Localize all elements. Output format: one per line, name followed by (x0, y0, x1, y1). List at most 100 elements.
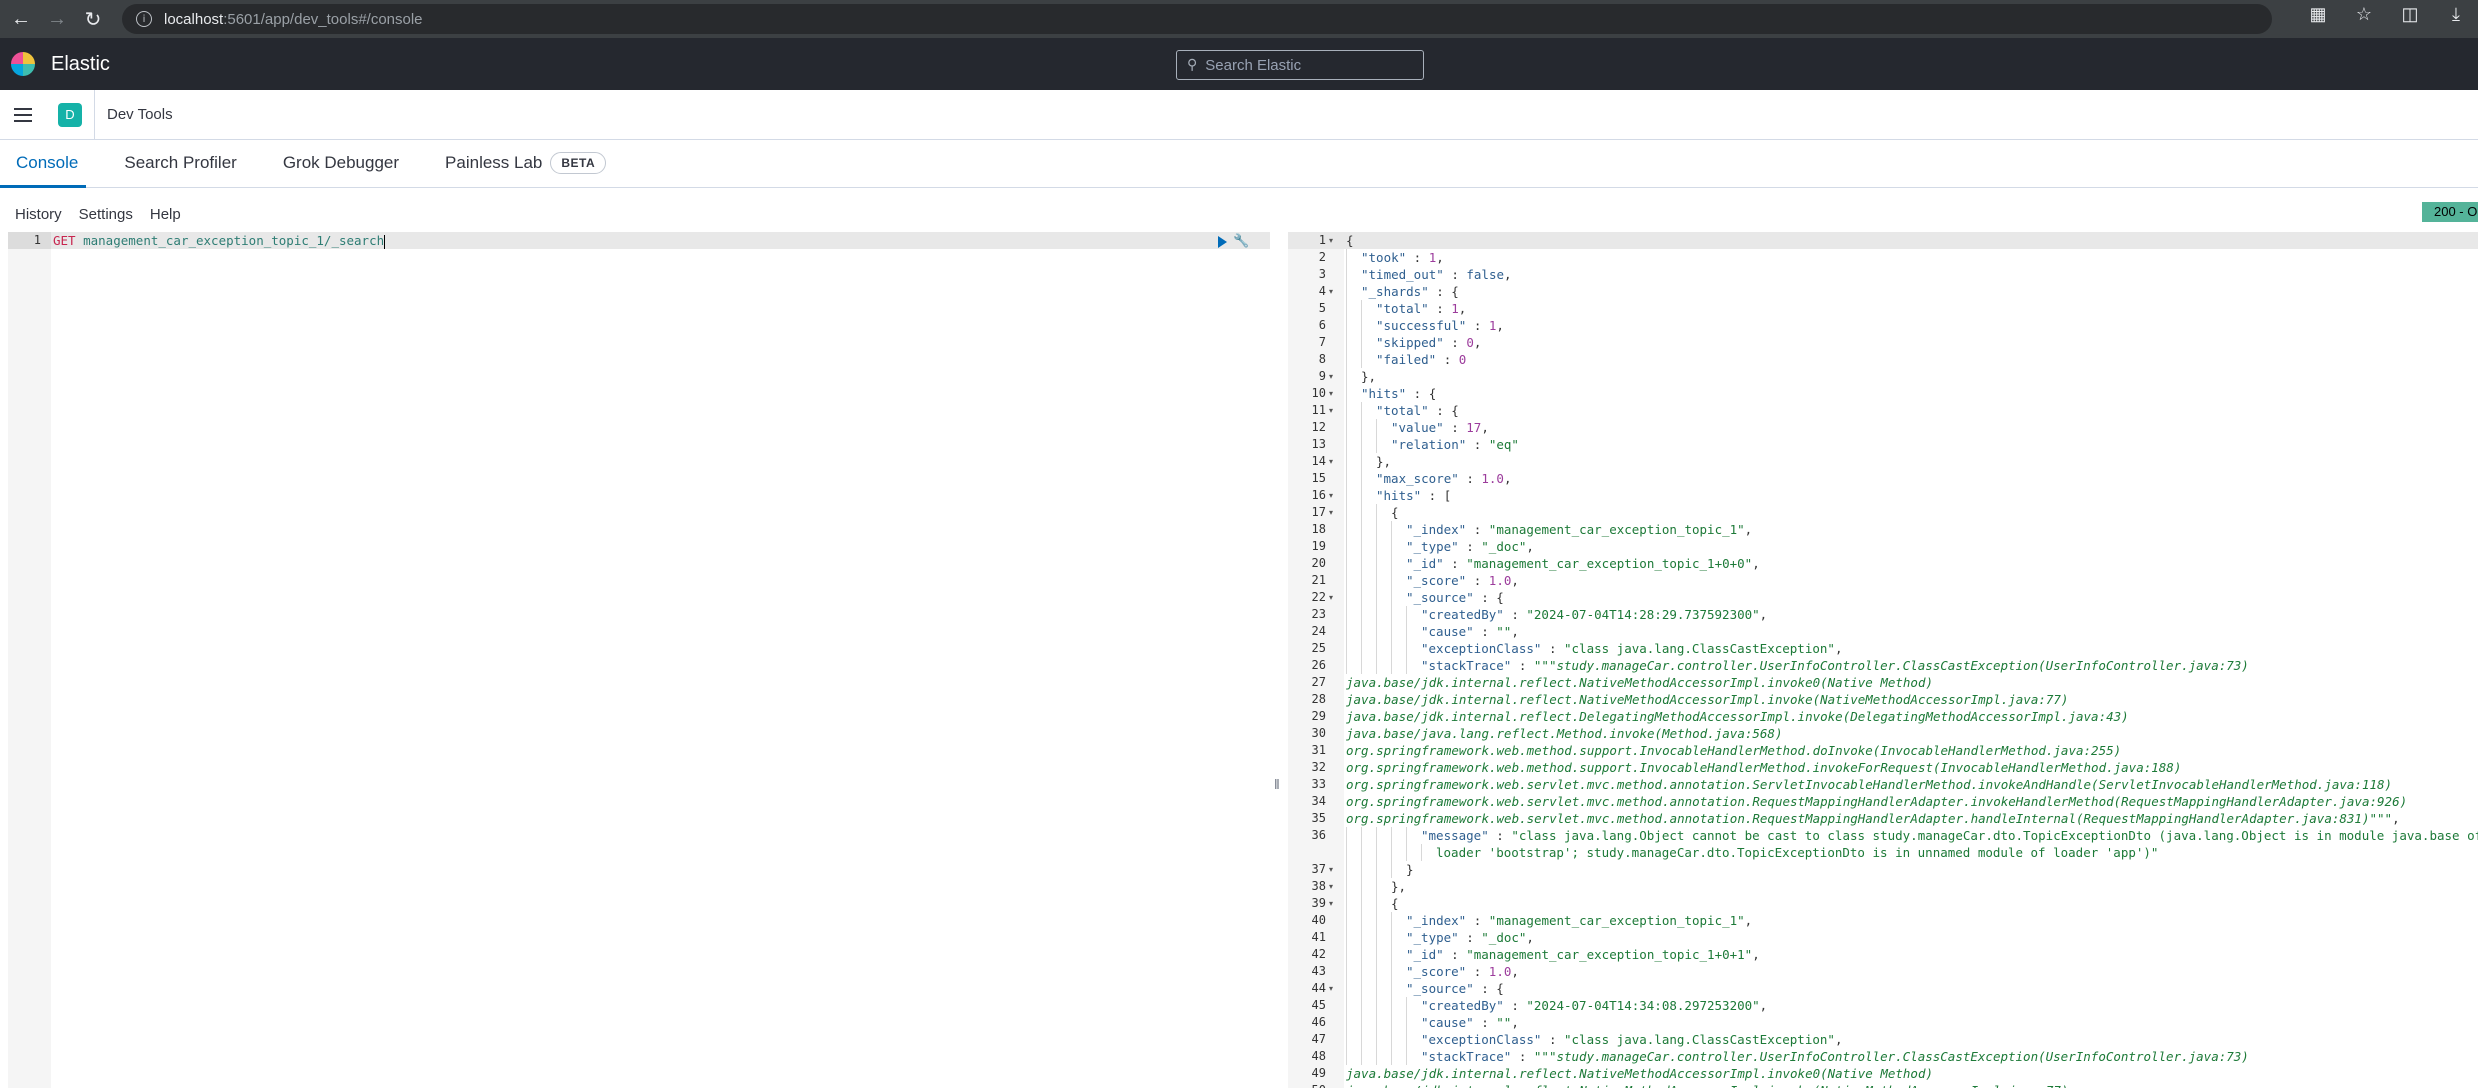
fold-arrow-icon[interactable]: ▾ (1329, 980, 1333, 997)
tab-painless-lab[interactable]: Painless Lab BETA (437, 139, 614, 187)
line-content: "_score" : 1.0, (1346, 572, 1519, 589)
tab-console[interactable]: Console (0, 139, 87, 188)
response-line: 2 "took" : 1, (1288, 249, 2478, 266)
response-line: 31 org.springframework.web.method.support… (1288, 742, 2478, 759)
bookmark-star-icon[interactable]: ☆ (2348, 4, 2380, 25)
settings-link[interactable]: Settings (79, 206, 133, 223)
tab-search-profiler[interactable]: Search Profiler (116, 139, 244, 187)
download-icon[interactable]: ⤓ (2440, 4, 2472, 25)
line-content: "_shards" : { (1346, 283, 1459, 300)
response-line: 27 java.base/jdk.internal.reflect.NativeM… (1288, 674, 2478, 691)
line-number: 14 (1311, 454, 1326, 468)
line-number: 33 (1311, 777, 1326, 791)
line-content: java.base/jdk.internal.reflect.NativeMet… (1346, 1082, 2068, 1088)
line-number: 49 (1311, 1066, 1326, 1080)
tab-label: Console (16, 153, 79, 172)
send-request-icon[interactable] (1218, 236, 1227, 248)
fold-arrow-icon[interactable]: ▾ (1329, 589, 1333, 606)
response-line: 34 org.springframework.web.servlet.mvc.me… (1288, 793, 2478, 810)
line-number: 29 (1311, 709, 1326, 723)
hamburger-menu-icon[interactable] (14, 107, 32, 122)
response-line: 30 java.base/java.lang.reflect.Method.inv… (1288, 725, 2478, 742)
line-content: "total" : 1, (1346, 300, 1466, 317)
line-number: 50 (1288, 1082, 1326, 1088)
breadcrumb-dev-tools: Dev Tools (107, 106, 173, 123)
space-avatar[interactable]: D (58, 102, 82, 127)
line-content: "stackTrace" : """study.manageCar.contro… (1346, 657, 2249, 674)
help-link[interactable]: Help (150, 206, 181, 223)
console-menu: History Settings Help (0, 202, 2478, 226)
wrench-icon[interactable]: 🔧 (1233, 234, 1249, 249)
line-content: "cause" : "", (1346, 623, 1519, 640)
breadcrumb-bar: D Dev Tools (0, 89, 2478, 140)
response-line: 11 ▾ "total" : { (1288, 402, 2478, 419)
fold-arrow-icon[interactable]: ▾ (1329, 861, 1333, 878)
tab-grok-debugger[interactable]: Grok Debugger (275, 139, 407, 187)
line-content: "_id" : "management_car_exception_topic_… (1346, 946, 1760, 963)
search-icon: ⚲ (1187, 57, 1198, 73)
fold-arrow-icon[interactable]: ▾ (1329, 453, 1333, 470)
line-number: 35 (1311, 811, 1326, 825)
line-content: "createdBy" : "2024-07-04T14:34:08.29725… (1346, 997, 1767, 1014)
response-line: 4 ▾ "_shards" : { (1288, 283, 2478, 300)
line-number: 43 (1311, 964, 1326, 978)
response-viewer[interactable]: 1 ▾{2 "took" : 1, 3 "timed_out" : false, 4 ▾ "_… (1288, 232, 2478, 1088)
global-search-input[interactable]: ⚲ Search Elastic (1176, 50, 1424, 80)
line-content: "_source" : { (1346, 589, 1504, 606)
response-line: 50 java.base/jdk.internal.reflect.NativeM… (1288, 1082, 2478, 1088)
line-content: "createdBy" : "2024-07-04T14:28:29.73759… (1346, 606, 1767, 623)
response-line: 40 "_index" : "management_car_exception_t… (1288, 912, 2478, 929)
response-line: 44 ▾ "_source" : { (1288, 980, 2478, 997)
translate-icon[interactable]: ▦ (2302, 4, 2334, 25)
elastic-logo-icon[interactable] (11, 52, 35, 76)
response-line: 25 "exceptionClass" : "class java.lang.Cl… (1288, 640, 2478, 657)
line-content: "cause" : "", (1346, 1014, 1519, 1031)
dev-tools-tabs: Console Search Profiler Grok Debugger Pa… (0, 140, 2478, 188)
request-method: GET (53, 233, 76, 248)
fold-arrow-icon[interactable]: ▾ (1329, 232, 1333, 249)
line-content: "failed" : 0 (1346, 351, 1466, 368)
fold-arrow-icon[interactable]: ▾ (1329, 368, 1333, 385)
fold-arrow-icon[interactable]: ▾ (1329, 385, 1333, 402)
fold-arrow-icon[interactable]: ▾ (1329, 487, 1333, 504)
line-content: }, (1346, 368, 1376, 385)
forward-icon[interactable]: → (42, 4, 72, 34)
line-number: 46 (1311, 1015, 1326, 1029)
fold-arrow-icon[interactable]: ▾ (1329, 895, 1333, 912)
site-info-icon[interactable]: i (136, 11, 152, 27)
response-line: 15 "max_score" : 1.0, (1288, 470, 2478, 487)
response-line: 14 ▾}, (1288, 453, 2478, 470)
line-content: "_id" : "management_car_exception_topic_… (1346, 555, 1760, 572)
fold-arrow-icon[interactable]: ▾ (1329, 283, 1333, 300)
request-line[interactable]: GET management_car_exception_topic_1/_se… (53, 232, 386, 249)
line-content: "value" : 17, (1346, 419, 1489, 436)
address-bar[interactable]: i localhost:5601/app/dev_tools#/console (122, 4, 2272, 34)
response-line: 17 ▾ { (1288, 504, 2478, 521)
line-number: 8 (1318, 352, 1326, 366)
fold-arrow-icon[interactable]: ▾ (1329, 504, 1333, 521)
line-number: 30 (1311, 726, 1326, 740)
line-content: "total" : { (1346, 402, 1459, 419)
brand-name[interactable]: Elastic (51, 53, 110, 76)
request-editor[interactable]: 1 GET management_car_exception_topic_1/_… (8, 232, 1270, 1088)
line-number: 9 (1318, 369, 1326, 383)
line-number: 1 (1318, 233, 1326, 247)
reload-icon[interactable]: ↻ (78, 4, 108, 34)
response-line: 47 "exceptionClass" : "class java.lang.Cl… (1288, 1031, 2478, 1048)
extensions-icon[interactable]: ◫ (2394, 4, 2426, 25)
line-number: 1 (33, 233, 41, 247)
line-number: 5 (1318, 301, 1326, 315)
response-line: 26 "stackTrace" : """study.manageCar.cont… (1288, 657, 2478, 674)
response-line: 33 org.springframework.web.servlet.mvc.me… (1288, 776, 2478, 793)
kibana-header: Elastic ⚲ Search Elastic (0, 38, 2478, 90)
line-number: 38 (1311, 879, 1326, 893)
panel-resizer[interactable]: ‖ (1274, 776, 1280, 792)
back-icon[interactable]: ← (6, 4, 36, 34)
browser-toolbar: ← → ↻ i localhost:5601/app/dev_tools#/co… (0, 0, 2478, 38)
line-number: 28 (1311, 692, 1326, 706)
fold-arrow-icon[interactable]: ▾ (1329, 878, 1333, 895)
history-link[interactable]: History (15, 206, 62, 223)
line-content: "took" : 1, (1346, 249, 1444, 266)
line-number: 42 (1311, 947, 1326, 961)
fold-arrow-icon[interactable]: ▾ (1329, 402, 1333, 419)
